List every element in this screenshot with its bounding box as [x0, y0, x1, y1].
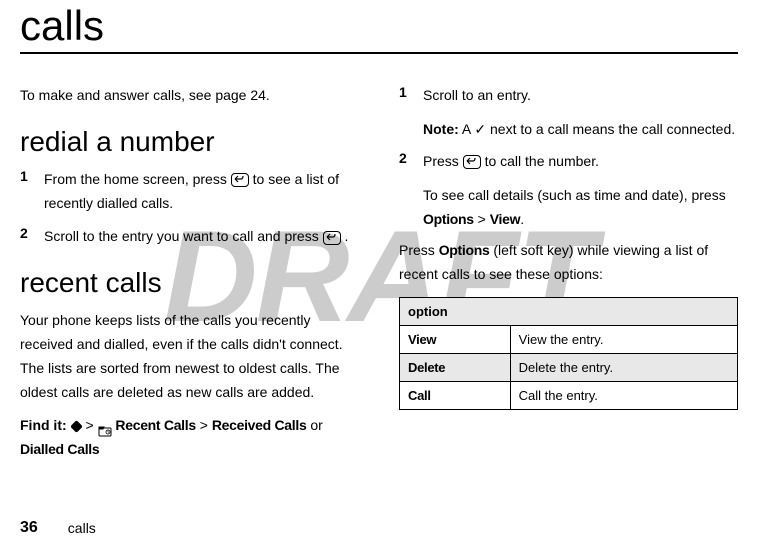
or-text: or	[306, 417, 322, 433]
table-row: Call Call the entry.	[400, 381, 738, 409]
step-text: Press to call the number.	[423, 150, 599, 174]
separator: >	[474, 211, 490, 227]
step-text: Scroll to an entry.	[423, 84, 531, 108]
option-name: View	[400, 325, 511, 353]
send-key-icon	[463, 155, 481, 169]
detail-suffix: .	[520, 211, 524, 227]
recent-step-2: 2 Press to call the number.	[399, 150, 738, 174]
table-row: View View the entry.	[400, 325, 738, 353]
note-prefix: A	[462, 121, 474, 137]
checkmark-icon: ✓	[474, 118, 486, 142]
step-text: Scroll to the entry you want to call and…	[44, 225, 348, 249]
option-desc: Call the entry.	[510, 381, 737, 409]
option-name: Delete	[400, 353, 511, 381]
redial-heading: redial a number	[20, 126, 359, 158]
note-label: Note:	[423, 121, 459, 137]
step-text-prefix: From the home screen, press	[44, 171, 231, 187]
step-number: 2	[20, 225, 44, 249]
option-desc: View the entry.	[510, 325, 737, 353]
folder-icon	[98, 421, 112, 433]
step-text-suffix: .	[344, 228, 348, 244]
separator: >	[196, 417, 212, 433]
path-segment-2: Received Calls	[212, 417, 307, 433]
step-text-prefix: Press	[423, 153, 463, 169]
send-key-icon	[231, 173, 249, 187]
step-text-body: Scroll to an entry.	[423, 87, 531, 103]
separator: >	[85, 417, 97, 433]
redial-step-2: 2 Scroll to the entry you want to call a…	[20, 225, 359, 249]
page-number: 36	[20, 519, 38, 537]
path-segment-1: Recent Calls	[115, 417, 195, 433]
table-row: Delete Delete the entry.	[400, 353, 738, 381]
step-number: 1	[20, 168, 44, 216]
note-text: Note: A ✓ next to a call means the call …	[423, 118, 738, 142]
right-column: 1 Scroll to an entry. Note: A ✓ next to …	[399, 84, 738, 462]
step-number: 1	[399, 84, 423, 108]
center-key-icon	[70, 420, 83, 433]
recent-calls-heading: recent calls	[20, 267, 359, 299]
detail-text: To see call details (such as time and da…	[423, 184, 738, 232]
path-segment-3: Dialled Calls	[20, 441, 99, 457]
find-it-path: Find it: > Recent Calls > Received Calls…	[20, 414, 359, 462]
title-underline	[20, 52, 738, 54]
table-header: option	[400, 297, 738, 325]
note-suffix: next to a call means the call connected.	[490, 121, 735, 137]
page-title: calls	[20, 2, 738, 50]
find-it-label: Find it:	[20, 417, 71, 433]
step-number: 2	[399, 150, 423, 174]
page-content: calls To make and answer calls, see page…	[20, 2, 738, 462]
option-name: Call	[400, 381, 511, 409]
page-footer: 36 calls	[20, 519, 96, 537]
left-column: To make and answer calls, see page 24. r…	[20, 84, 359, 462]
press-prefix: Press	[399, 242, 439, 258]
step-text-suffix: to call the number.	[485, 153, 599, 169]
footer-section-name: calls	[68, 520, 96, 536]
options-label: Options	[423, 211, 474, 227]
option-desc: Delete the entry.	[510, 353, 737, 381]
press-options-text: Press Options (left soft key) while view…	[399, 239, 738, 287]
options-table: option View View the entry. Delete Delet…	[399, 297, 738, 410]
recent-step-1: 1 Scroll to an entry.	[399, 84, 738, 108]
send-key-icon	[323, 231, 341, 245]
table-header-row: option	[400, 297, 738, 325]
redial-step-1: 1 From the home screen, press to see a l…	[20, 168, 359, 216]
options-label: Options	[439, 242, 490, 258]
recent-calls-body: Your phone keeps lists of the calls you …	[20, 309, 359, 404]
step-text-prefix: Scroll to the entry you want to call and…	[44, 228, 323, 244]
view-label: View	[490, 211, 520, 227]
intro-text: To make and answer calls, see page 24.	[20, 84, 359, 108]
step-text: From the home screen, press to see a lis…	[44, 168, 359, 216]
detail-prefix: To see call details (such as time and da…	[423, 187, 726, 203]
column-layout: To make and answer calls, see page 24. r…	[20, 84, 738, 462]
